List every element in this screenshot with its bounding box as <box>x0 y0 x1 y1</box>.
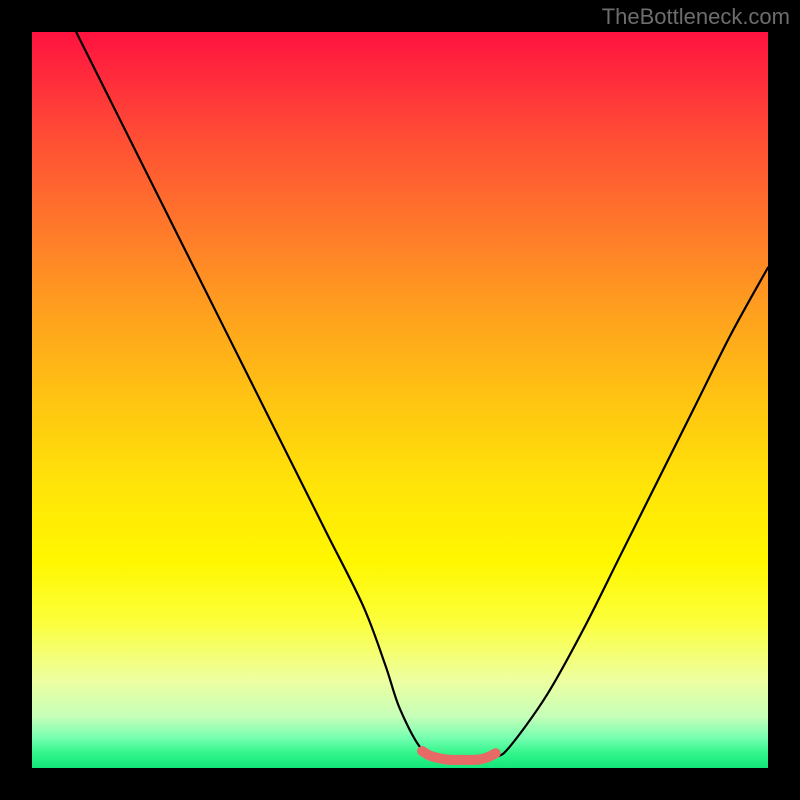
watermark-text: TheBottleneck.com <box>602 4 790 30</box>
bottleneck-curve <box>76 32 768 759</box>
plot-area <box>32 32 768 768</box>
chart-svg <box>32 32 768 768</box>
chart-frame: TheBottleneck.com <box>0 0 800 800</box>
minimum-marker <box>422 751 496 760</box>
